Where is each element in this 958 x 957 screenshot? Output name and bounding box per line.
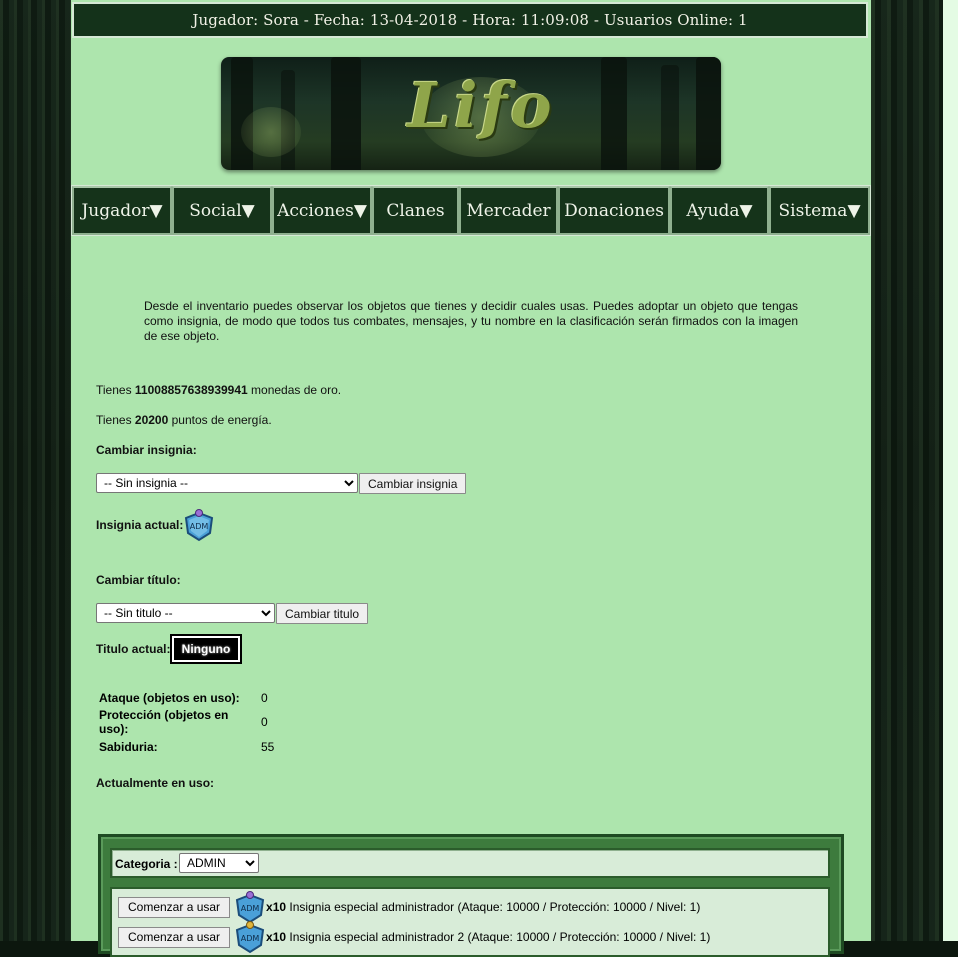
nav-label: Clanes bbox=[386, 200, 445, 221]
inventory-item: Comenzar a usar ADM x10 Insignia especia… bbox=[118, 891, 701, 924]
gold-line: Tienes 11008857638939941 monedas de oro. bbox=[96, 383, 341, 397]
admin-badge-icon: ADM bbox=[184, 509, 214, 542]
nav-jugador[interactable]: Jugador▼ bbox=[72, 186, 172, 235]
stat-row: Sabiduria: 55 bbox=[97, 737, 276, 756]
current-title-label: Titulo actual: bbox=[96, 642, 171, 656]
svg-text:ADM: ADM bbox=[241, 934, 260, 943]
status-text: Jugador: Sora - Fecha: 13-04-2018 - Hora… bbox=[192, 11, 748, 29]
item-quantity: x10 bbox=[266, 900, 287, 914]
change-title-button[interactable]: Cambiar titulo bbox=[276, 603, 369, 624]
stat-row: Protección (objetos en uso): 0 bbox=[97, 707, 276, 737]
stat-value: 0 bbox=[261, 690, 268, 705]
badge-select[interactable]: -- Sin insignia -- bbox=[96, 473, 358, 493]
item-quantity: x10 bbox=[266, 930, 287, 944]
nav-label: Social▼ bbox=[189, 200, 255, 221]
nav-mercader[interactable]: Mercader bbox=[459, 186, 558, 235]
admin-badge-icon: ADM bbox=[235, 921, 265, 954]
current-badge-label: Insignia actual: bbox=[96, 518, 184, 532]
nav-label: Jugador▼ bbox=[81, 200, 163, 221]
nav-label: Sistema▼ bbox=[778, 200, 861, 221]
stat-label: Sabiduria: bbox=[99, 739, 158, 754]
gold-prefix: Tienes bbox=[96, 383, 135, 397]
category-select[interactable]: ADMIN bbox=[179, 853, 259, 873]
main-nav: Jugador▼ Social▼ Acciones▼ Clanes Mercad… bbox=[71, 185, 871, 236]
change-badge-label: Cambiar insignia: bbox=[96, 443, 197, 457]
nav-clanes[interactable]: Clanes bbox=[372, 186, 459, 235]
current-title-badge: Ninguno bbox=[170, 634, 242, 664]
change-badge-button[interactable]: Cambiar insignia bbox=[359, 473, 467, 494]
forest-background-right bbox=[871, 0, 943, 941]
nav-sistema[interactable]: Sistema▼ bbox=[769, 186, 870, 235]
energy-line: Tienes 20200 puntos de energía. bbox=[96, 413, 272, 427]
page-edge bbox=[943, 0, 958, 941]
nav-ayuda[interactable]: Ayuda▼ bbox=[670, 186, 769, 235]
admin-badge-icon: ADM bbox=[235, 891, 265, 924]
svg-text:ADM: ADM bbox=[190, 522, 209, 531]
main-page: Jugador: Sora - Fecha: 13-04-2018 - Hora… bbox=[71, 0, 871, 957]
intro-text: Desde el inventario puedes observar los … bbox=[144, 299, 798, 343]
category-label: Categoria : bbox=[115, 857, 178, 871]
item-description: Insignia especial administrador 2 (Ataqu… bbox=[289, 930, 711, 944]
forest-background-left bbox=[0, 0, 71, 941]
nav-donaciones[interactable]: Donaciones bbox=[558, 186, 670, 235]
nav-label: Mercader bbox=[466, 200, 551, 221]
nav-label: Donaciones bbox=[564, 200, 664, 221]
status-bar: Jugador: Sora - Fecha: 13-04-2018 - Hora… bbox=[72, 2, 868, 38]
stat-label: Protección (objetos en uso): bbox=[99, 708, 229, 736]
nav-social[interactable]: Social▼ bbox=[172, 186, 272, 235]
inventory-item: Comenzar a usar ADM x10 Insignia especia… bbox=[118, 921, 711, 954]
nav-label: Ayuda▼ bbox=[686, 200, 753, 221]
nav-acciones[interactable]: Acciones▼ bbox=[272, 186, 372, 235]
gold-suffix: monedas de oro. bbox=[247, 383, 342, 397]
inventory-list: Comenzar a usar ADM x10 Insignia especia… bbox=[110, 887, 830, 957]
title-select[interactable]: -- Sin titulo -- bbox=[96, 603, 275, 623]
use-item-button[interactable]: Comenzar a usar bbox=[118, 926, 231, 948]
nav-label: Acciones▼ bbox=[277, 200, 367, 221]
svg-text:ADM: ADM bbox=[241, 904, 260, 913]
stats-table: Ataque (objetos en uso): 0 Protección (o… bbox=[97, 688, 276, 756]
energy-prefix: Tienes bbox=[96, 413, 135, 427]
stat-label: Ataque (objetos en uso): bbox=[99, 690, 240, 705]
energy-suffix: puntos de energía. bbox=[168, 413, 272, 427]
gold-amount: 11008857638939941 bbox=[134, 383, 248, 397]
site-logo: Lifo bbox=[407, 69, 555, 142]
in-use-label: Actualmente en uso: bbox=[96, 776, 215, 790]
stat-value: 0 bbox=[261, 715, 268, 729]
category-bar: Categoria : ADMIN bbox=[110, 848, 830, 878]
change-title-label: Cambiar título: bbox=[96, 573, 181, 587]
stat-value: 55 bbox=[261, 739, 275, 754]
use-item-button[interactable]: Comenzar a usar bbox=[118, 896, 231, 918]
energy-amount: 20200 bbox=[134, 413, 169, 427]
site-banner[interactable]: Lifo bbox=[221, 57, 721, 170]
stat-row: Ataque (objetos en uso): 0 bbox=[97, 688, 276, 707]
item-description: Insignia especial administrador (Ataque:… bbox=[289, 900, 701, 914]
